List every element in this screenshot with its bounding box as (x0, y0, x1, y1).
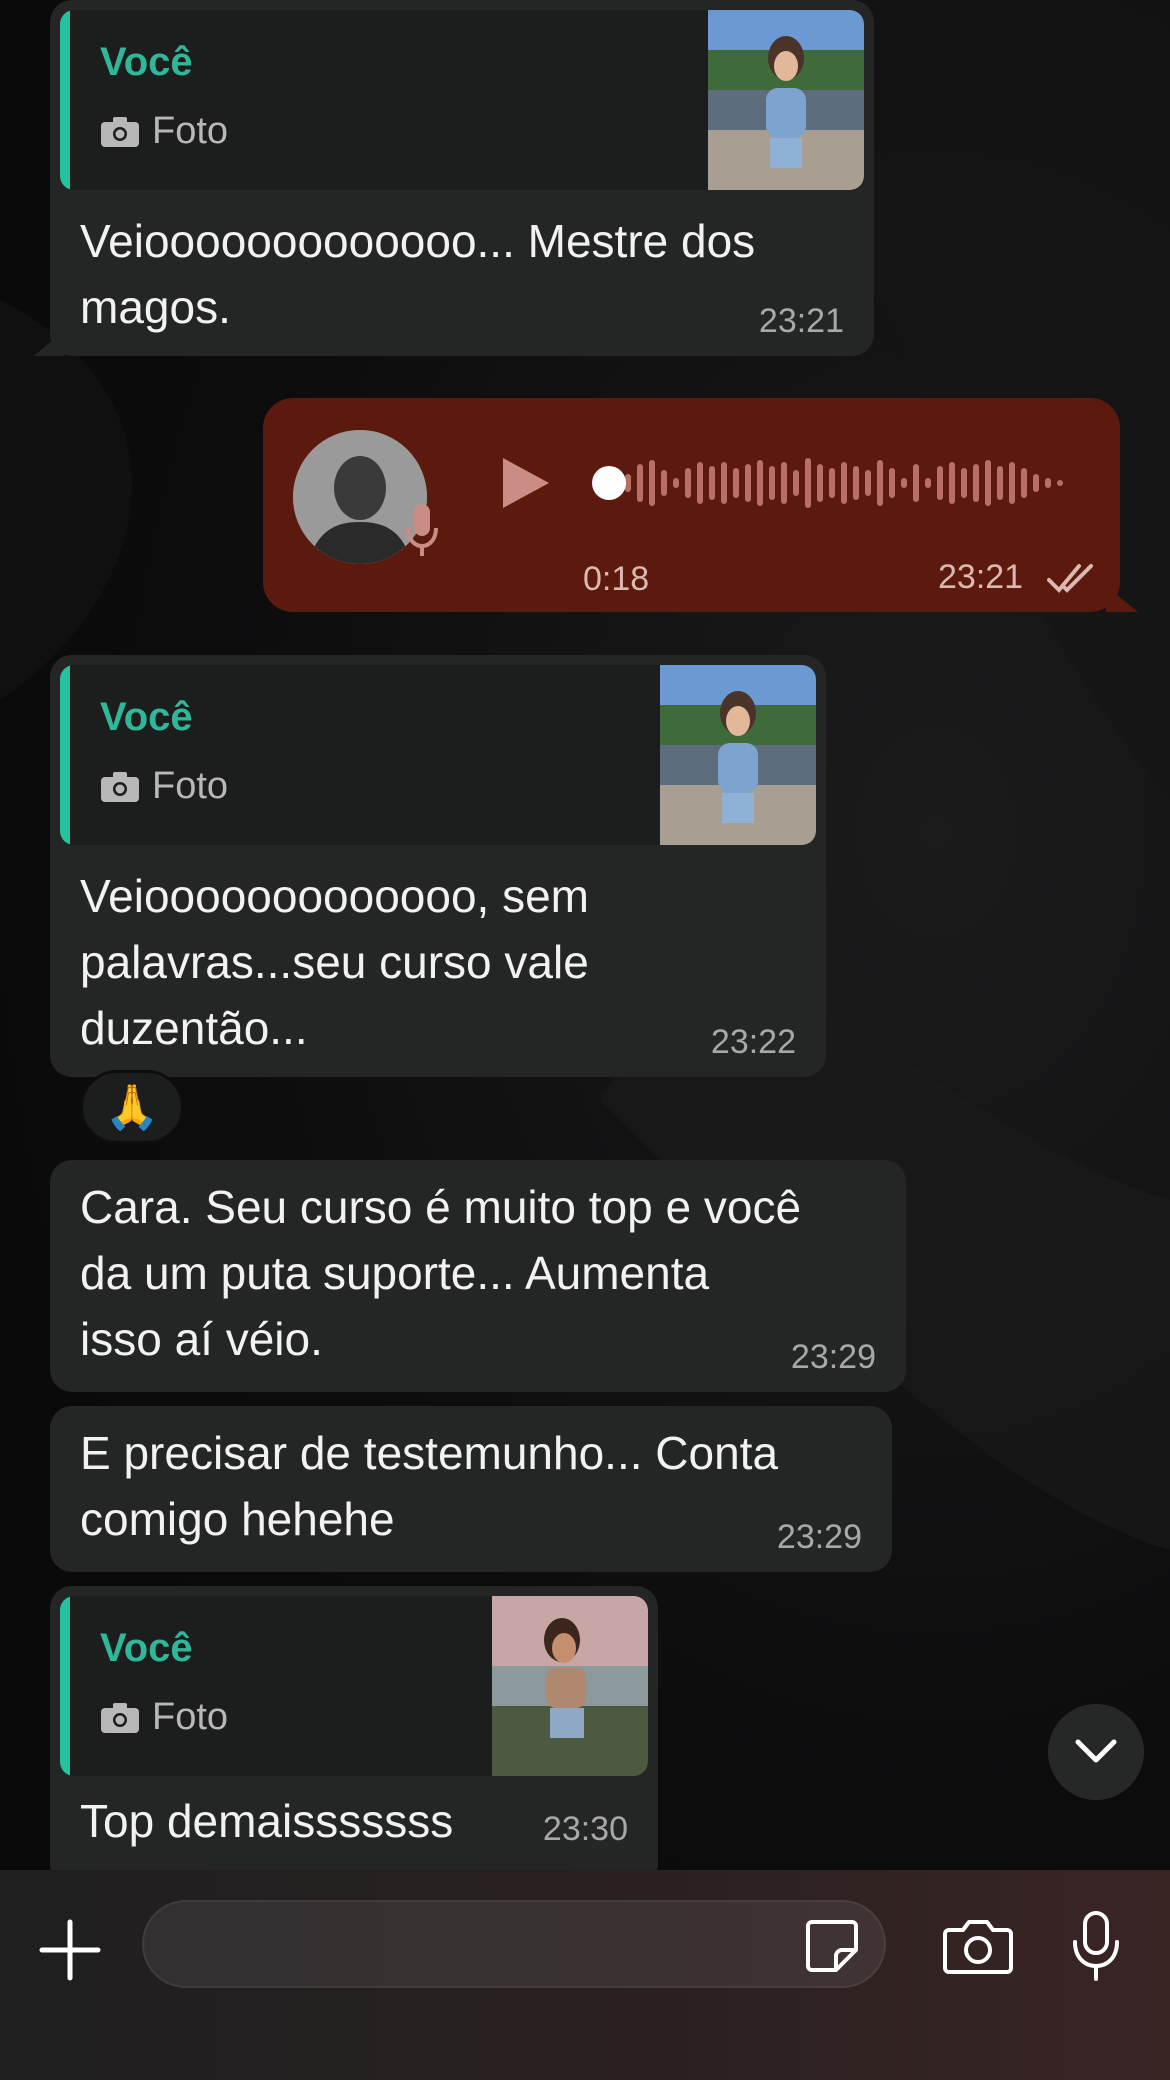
message-text-line: E precisar de testemunho... Conta (80, 1427, 779, 1479)
quoted-photo-thumbnail (660, 665, 816, 845)
message-text-line: magos. (80, 281, 231, 333)
quote-type: Foto (100, 765, 228, 808)
waveform[interactable] (589, 452, 1089, 514)
message-text-line: da um puta suporte... Aumenta (80, 1247, 710, 1299)
voice-duration: 0:18 (583, 560, 650, 598)
voice-record-button[interactable] (1058, 1898, 1134, 1994)
message-text-line: Cara. Seu curso é muito top e você (80, 1181, 802, 1233)
message-text-line: Top demaisssssss (80, 1795, 454, 1847)
message-time: 23:29 (790, 1338, 876, 1376)
message-bubble[interactable]: Você Foto Veiooooooooooooo... Mestre dos… (50, 0, 874, 356)
quoted-photo-thumbnail (708, 10, 864, 190)
message-text-line: duzentão... (80, 1002, 308, 1054)
quoted-photo-thumbnail (492, 1596, 648, 1776)
microphone-icon (1073, 1911, 1119, 1981)
quote-type-label: Foto (152, 1696, 229, 1738)
microphone-icon (406, 504, 438, 556)
sticker-icon (806, 1920, 858, 1972)
quote-author: Você (100, 1626, 193, 1670)
message-text: Top demaisssssss (80, 1788, 453, 1854)
sticker-button[interactable] (802, 1916, 862, 1976)
quote-author: Você (100, 695, 193, 739)
message-time: 23:30 (542, 1810, 628, 1848)
message-text: Veiooooooooooooo, sem palavras...seu cur… (80, 863, 589, 1061)
message-input[interactable] (142, 1900, 886, 1988)
message-reaction[interactable]: 🙏 (80, 1070, 184, 1144)
message-time: 23:21 (758, 302, 844, 340)
message-bubble[interactable]: Você Foto Top demaisssssss 23:30 (50, 1586, 658, 1870)
quote-type-label: Foto (152, 765, 229, 807)
scroll-to-bottom-button[interactable] (1048, 1704, 1144, 1800)
quote-accent-bar (60, 665, 70, 845)
message-text: Veiooooooooooooo... Mestre dos magos. (80, 208, 755, 340)
message-bubble[interactable]: Cara. Seu curso é muito top e você da um… (50, 1160, 906, 1392)
message-text-line: palavras...seu curso vale (80, 936, 589, 988)
double-check-icon (1047, 564, 1093, 593)
message-text: Cara. Seu curso é muito top e você da um… (80, 1174, 801, 1372)
camera-button[interactable] (936, 1904, 1020, 1988)
plus-icon (39, 1919, 101, 1981)
message-bubble[interactable]: Você Foto Veiooooooooooooo, sem palavras… (50, 655, 826, 1077)
chevron-down-icon (1075, 1739, 1117, 1763)
message-text-line: comigo hehehe (80, 1493, 395, 1545)
quoted-message[interactable]: Você Foto (60, 665, 816, 845)
camera-icon (101, 116, 139, 147)
quoted-message[interactable]: Você Foto (60, 1596, 648, 1776)
message-bubble[interactable]: E precisar de testemunho... Conta comigo… (50, 1406, 892, 1572)
camera-icon (943, 1920, 1013, 1974)
voice-message-bubble[interactable]: 0:18 23:21 (263, 398, 1120, 612)
quote-accent-bar (60, 10, 70, 190)
message-time: 23:29 (776, 1518, 862, 1556)
camera-icon (101, 1702, 139, 1733)
camera-icon (101, 771, 139, 802)
message-time: 23:21 (938, 558, 1024, 596)
quote-type: Foto (100, 1696, 228, 1739)
quote-type: Foto (100, 110, 228, 153)
quote-type-label: Foto (152, 110, 229, 152)
quoted-message[interactable]: Você Foto (60, 10, 864, 190)
message-text: E precisar de testemunho... Conta comigo… (80, 1420, 778, 1552)
message-composer (0, 1870, 1170, 2080)
play-icon[interactable] (499, 456, 551, 510)
message-text-line: isso aí véio. (80, 1313, 323, 1365)
quote-author: Você (100, 40, 193, 84)
message-time: 23:22 (710, 1023, 796, 1061)
message-list[interactable]: Você Foto Veiooooooooooooo... Mestre dos… (0, 0, 1170, 1870)
attach-button[interactable] (30, 1910, 110, 1990)
quote-accent-bar (60, 1596, 70, 1776)
message-text-line: Veiooooooooooooo, sem (80, 870, 589, 922)
message-text-line: Veiooooooooooooo... Mestre dos (80, 215, 756, 267)
